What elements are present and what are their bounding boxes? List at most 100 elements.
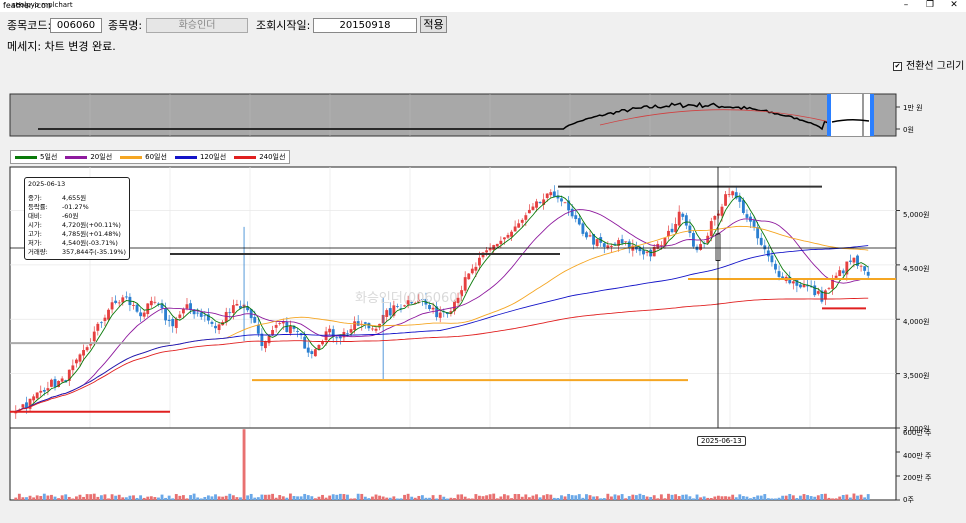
candle-body [228, 312, 232, 314]
volume-bar [581, 497, 585, 500]
overview-chart[interactable] [9, 93, 900, 137]
info-key: 고가: [28, 230, 42, 238]
volume-bar [181, 495, 185, 500]
volume-bar [374, 494, 378, 500]
volume-bar [791, 495, 795, 500]
volume-bar [82, 496, 85, 500]
volume-bar [103, 494, 107, 500]
candle-body [713, 216, 717, 220]
info-value: -01.27% [62, 203, 89, 211]
volume-bar [784, 495, 788, 500]
info-key: 저가: [28, 239, 42, 247]
candle-body [288, 326, 292, 334]
candle-body [495, 243, 499, 247]
candle-body [731, 191, 735, 196]
info-row: 종가: 4,655원 [28, 194, 126, 203]
volume-bar [174, 494, 178, 500]
volume-bar [463, 496, 467, 500]
volume-bar [346, 494, 349, 500]
stock-chart[interactable] [0, 0, 966, 523]
volume-bar [699, 497, 703, 500]
info-value: 4,720원(+00.11%) [62, 221, 121, 229]
candle-body [852, 257, 856, 263]
volume-bar [110, 494, 114, 500]
volume-bar [199, 498, 203, 500]
volume-bar [189, 495, 192, 500]
candle-body [474, 266, 478, 271]
volume-bar [321, 494, 324, 500]
candle-body [766, 250, 770, 257]
volume-bar [310, 496, 314, 500]
candle-body [117, 302, 121, 304]
volume-bar [688, 496, 692, 500]
volume-bar [599, 498, 603, 500]
volume-tick-label: 200만 주 [903, 474, 932, 482]
price-tick-label: 4,500원 [903, 265, 930, 273]
candle-body [46, 388, 50, 391]
volume-bar [285, 497, 289, 500]
volume-bar [445, 498, 449, 500]
candle-body [563, 202, 567, 204]
candle-body [39, 390, 43, 393]
volume-bar [242, 429, 246, 500]
volume-bar [774, 498, 777, 500]
volume-bar [153, 497, 157, 500]
volume-bar [206, 495, 210, 500]
volume-bar [510, 498, 513, 500]
candle-body [841, 270, 845, 274]
candle-body [335, 337, 339, 339]
volume-bar [281, 496, 285, 500]
candle-body [107, 309, 110, 320]
volume-bar [89, 494, 93, 500]
candle-body [574, 215, 578, 220]
candle-body [85, 347, 89, 351]
volume-bar [249, 493, 253, 500]
candle-body [799, 284, 802, 288]
candle-body [549, 192, 553, 196]
volume-bar [866, 494, 870, 500]
candle-body [217, 324, 221, 331]
volume-bar [39, 495, 43, 500]
volume-bar [403, 494, 406, 500]
candle-body [153, 301, 157, 303]
volume-bar [502, 494, 506, 500]
candle-body [324, 331, 328, 341]
volume-bar [296, 496, 299, 500]
volume-bar [460, 494, 464, 500]
candle-body [756, 227, 760, 239]
candle-body [346, 333, 349, 335]
candle-body [677, 211, 681, 226]
volume-bar [823, 493, 827, 500]
volume-bar [549, 494, 553, 500]
volume-bar [235, 497, 239, 500]
candle-body [531, 206, 535, 210]
volume-bar [253, 497, 257, 500]
candle-body [196, 312, 200, 314]
volume-bar [495, 498, 499, 500]
volume-bar [256, 497, 260, 500]
volume-bar [178, 495, 182, 500]
volume-bar [196, 497, 200, 500]
volume-bar [492, 493, 496, 500]
price-tick-label: 5,000원 [903, 211, 930, 219]
volume-bar [78, 494, 82, 500]
info-key: 종가: [28, 194, 42, 202]
volume-bar [60, 495, 64, 500]
candle-body [103, 317, 107, 321]
info-row: 고가: 4,785원(+01.48%) [28, 230, 126, 239]
volume-bar [813, 496, 817, 500]
volume-bar [663, 498, 667, 500]
candle-body [142, 312, 146, 317]
volume-bar [649, 496, 653, 500]
volume-bar [563, 496, 567, 500]
candle-body [609, 245, 613, 247]
candle-body [866, 271, 870, 276]
candle-body [513, 226, 517, 232]
candle-body [310, 351, 314, 355]
volume-bar [224, 495, 228, 500]
legend-item: 5일선 [15, 152, 57, 162]
candle-body [577, 218, 581, 225]
volume-bar [667, 493, 670, 500]
volume-bar [363, 496, 367, 500]
candle-body [82, 350, 85, 356]
